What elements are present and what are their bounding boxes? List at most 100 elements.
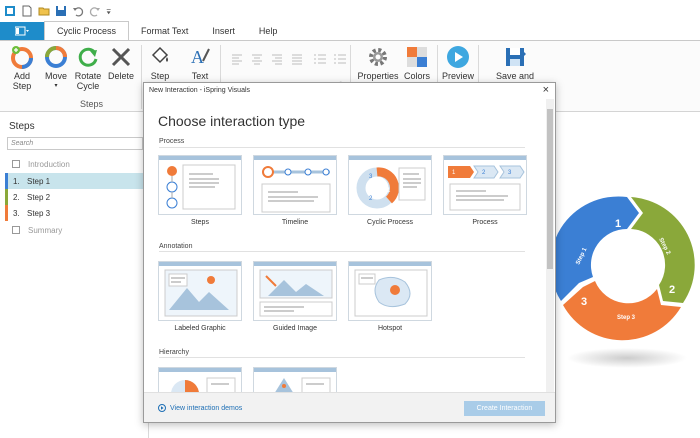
tile-steps[interactable] bbox=[158, 155, 242, 215]
rotate-cycle-label: Rotate Cycle bbox=[74, 71, 102, 91]
view-demos-label: View interaction demos bbox=[170, 404, 243, 412]
preview-label: Preview bbox=[441, 71, 474, 81]
diagram-shadow bbox=[567, 348, 687, 368]
colors-button[interactable]: Colors bbox=[402, 45, 432, 81]
step-item-1[interactable]: 1. Step 1 bbox=[5, 173, 144, 189]
tab-cyclic-process[interactable]: Cyclic Process bbox=[44, 21, 130, 40]
steps-panel: Steps Search Introduction 1. Step 1 2. S… bbox=[0, 113, 149, 438]
section-label-hierarchy: Hierarchy bbox=[159, 349, 189, 356]
dialog-footer: View interaction demos Create Interactio… bbox=[144, 392, 555, 422]
step-number: 3. bbox=[13, 208, 20, 218]
step-item-label: Summary bbox=[28, 225, 63, 235]
hierarchy-thumbnail-icon bbox=[171, 377, 236, 394]
step-style-label: Step bbox=[150, 71, 170, 81]
dialog-title: New Interaction - iSpring Visuals bbox=[149, 87, 251, 94]
file-menu-button[interactable] bbox=[0, 22, 44, 40]
move-dropdown-icon: ▾ bbox=[54, 83, 58, 89]
delete-button[interactable]: Delete bbox=[106, 45, 136, 81]
text-style-label: Text bbox=[191, 71, 209, 81]
tile-hierarchy-1[interactable] bbox=[158, 367, 242, 394]
open-icon[interactable] bbox=[38, 5, 50, 17]
add-step-button[interactable]: Add Step bbox=[6, 45, 38, 91]
save-icon[interactable] bbox=[55, 5, 67, 17]
step-item-introduction[interactable]: Introduction bbox=[5, 156, 144, 172]
create-interaction-button[interactable]: Create Interaction bbox=[464, 401, 545, 416]
text-style-icon: A bbox=[191, 47, 210, 67]
dialog-scrollbar[interactable] bbox=[546, 99, 554, 395]
redo-icon[interactable] bbox=[89, 5, 101, 17]
app-icon bbox=[5, 6, 15, 16]
view-demos-link[interactable]: View interaction demos bbox=[158, 404, 242, 412]
properties-label: Properties bbox=[357, 71, 399, 81]
step-item-3[interactable]: 3. Step 3 bbox=[5, 205, 144, 221]
steps-group-label: Steps bbox=[80, 99, 104, 109]
timeline-thumbnail-icon bbox=[261, 166, 331, 213]
steps-thumbnail-icon bbox=[166, 164, 236, 210]
text-style-button[interactable]: A Text bbox=[186, 45, 214, 81]
ribbon-tabs: Cyclic Process Format Text Insert Help bbox=[0, 21, 700, 40]
step-item-label: Step 3 bbox=[27, 208, 51, 218]
tab-help[interactable]: Help bbox=[247, 22, 290, 40]
colors-icon bbox=[407, 47, 427, 67]
delete-label: Delete bbox=[107, 71, 134, 81]
introduction-checkbox[interactable] bbox=[12, 160, 20, 168]
step-item-label: Step 2 bbox=[27, 192, 51, 202]
ribbon-separator bbox=[141, 45, 142, 109]
cyclic-process-thumbnail-icon: 3 1 2 bbox=[356, 167, 426, 209]
tile-label-cyclic-process: Cyclic Process bbox=[367, 219, 413, 226]
tile-process[interactable]: 1 2 3 bbox=[443, 155, 527, 215]
tile-label-process: Process bbox=[472, 219, 498, 226]
properties-button[interactable]: Properties bbox=[355, 45, 401, 81]
close-button[interactable]: × bbox=[543, 84, 549, 96]
tile-cyclic-process[interactable]: 3 1 2 bbox=[348, 155, 432, 215]
summary-checkbox[interactable] bbox=[12, 226, 20, 234]
rotate-icon bbox=[78, 47, 98, 67]
cycle-diagram[interactable]: 1 2 3 Step 1 Step 2 Step 3 bbox=[555, 193, 700, 373]
customize-icon[interactable] bbox=[106, 5, 114, 17]
delete-icon bbox=[111, 47, 131, 67]
step-item-summary[interactable]: Summary bbox=[5, 222, 144, 238]
guided-image-thumbnail-icon bbox=[259, 269, 333, 317]
tile-label-timeline: Timeline bbox=[281, 219, 309, 226]
steps-panel-title: Steps bbox=[9, 121, 35, 132]
tile-guided-image[interactable] bbox=[253, 261, 337, 321]
step-number: 2. bbox=[13, 192, 20, 202]
process-thumbnail-icon: 1 2 3 bbox=[448, 165, 525, 211]
tile-label-hotspot: Hotspot bbox=[377, 325, 403, 332]
tile-timeline[interactable] bbox=[253, 155, 337, 215]
segment-number-2: 2 bbox=[669, 284, 675, 296]
add-step-icon bbox=[11, 46, 33, 69]
step-color-marker bbox=[5, 189, 8, 205]
labeled-graphic-thumbnail-icon bbox=[164, 269, 238, 317]
tab-insert[interactable]: Insert bbox=[200, 22, 247, 40]
tab-format-text[interactable]: Format Text bbox=[129, 22, 200, 40]
tile-labeled-graphic[interactable] bbox=[158, 261, 242, 321]
steps-search-input[interactable]: Search bbox=[7, 137, 143, 150]
add-step-label: Add Step bbox=[12, 71, 32, 91]
tile-hierarchy-2[interactable] bbox=[253, 367, 337, 394]
tile-label-steps: Steps bbox=[191, 219, 209, 226]
step-number: 1. bbox=[13, 176, 20, 186]
tile-hotspot[interactable] bbox=[348, 261, 432, 321]
section-label-annotation: Annotation bbox=[159, 243, 193, 250]
move-button[interactable]: Move ▾ bbox=[40, 45, 72, 91]
play-circle-icon bbox=[158, 404, 166, 412]
scroll-thumb[interactable] bbox=[547, 109, 553, 269]
segment-label-3: Step 3 bbox=[617, 315, 636, 321]
section-divider bbox=[159, 357, 525, 358]
play-icon bbox=[447, 46, 469, 68]
svg-text:A: A bbox=[191, 47, 204, 67]
step-color-marker bbox=[5, 205, 8, 221]
rotate-cycle-button[interactable]: Rotate Cycle bbox=[73, 45, 103, 91]
new-icon[interactable] bbox=[21, 5, 33, 17]
segment-number-1: 1 bbox=[615, 218, 621, 230]
step-style-button[interactable]: Step bbox=[146, 45, 174, 81]
tile-label-guided-image: Guided Image bbox=[273, 325, 317, 332]
step-item-2[interactable]: 2. Step 2 bbox=[5, 189, 144, 205]
undo-icon[interactable] bbox=[72, 5, 84, 17]
section-divider bbox=[159, 147, 525, 148]
move-label: Move bbox=[44, 71, 67, 81]
quick-access-toolbar bbox=[0, 0, 700, 22]
new-interaction-dialog: New Interaction - iSpring Visuals × Choo… bbox=[143, 82, 556, 423]
preview-button[interactable]: Preview bbox=[440, 45, 476, 81]
